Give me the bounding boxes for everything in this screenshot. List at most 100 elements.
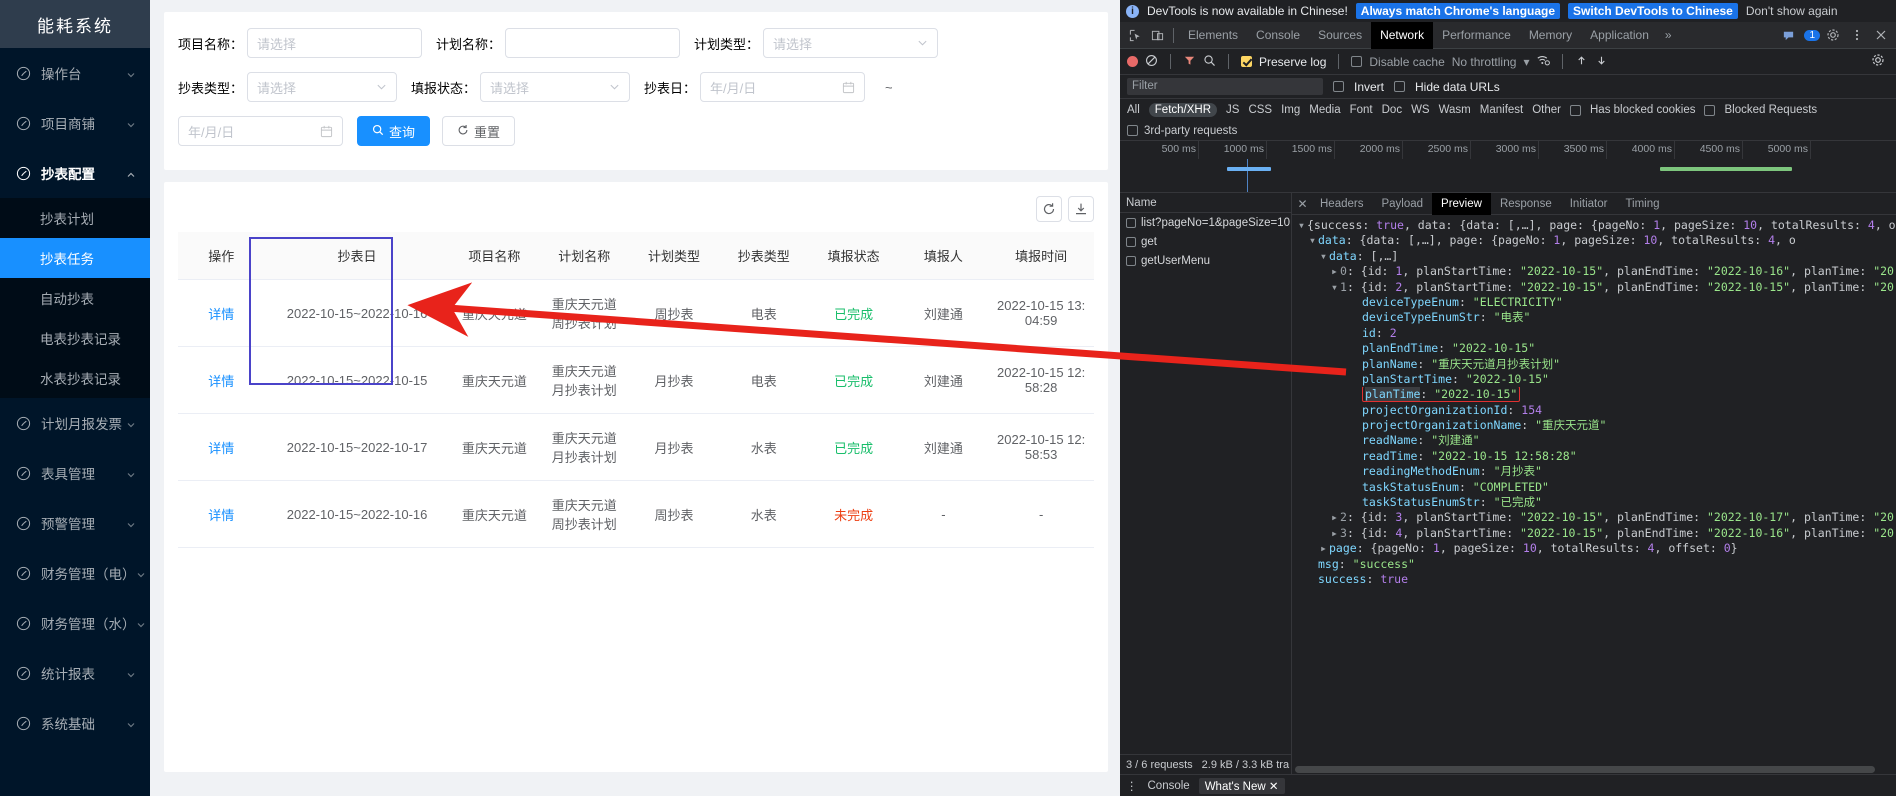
preserve-log-checkbox[interactable] [1241, 56, 1252, 67]
col-plan-type[interactable]: 计划类型 [629, 232, 719, 280]
json-tree-line[interactable]: 0: {id: 1, planStartTime: "2022-10-15", … [1294, 264, 1896, 279]
json-tree-line[interactable]: data: {data: [,…], page: {pageNo: 1, pag… [1294, 233, 1896, 248]
tab-initiator[interactable]: Initiator [1561, 193, 1617, 215]
issues-icon[interactable] [1777, 24, 1799, 46]
json-tree-line[interactable]: deviceTypeEnum: "ELECTRICITY" [1294, 295, 1896, 310]
col-reporter[interactable]: 填报人 [898, 232, 989, 280]
chevron-right-icon[interactable] [1331, 510, 1340, 525]
filter-input[interactable]: Filter [1127, 78, 1323, 95]
col-report-time[interactable]: 填报时间 [988, 232, 1094, 280]
tab-memory[interactable]: Memory [1520, 22, 1581, 49]
project-name-input[interactable]: 请选择 [247, 28, 423, 58]
upload-icon[interactable] [1575, 54, 1588, 70]
tab-sources[interactable]: Sources [1309, 22, 1371, 49]
tab-application[interactable]: Application [1581, 22, 1658, 49]
sidebar-item-finance-electric[interactable]: 财务管理（电） [0, 548, 150, 598]
sidebar-subitem-water-record[interactable]: 水表抄表记录 [0, 358, 150, 398]
col-read-date[interactable]: 抄表日 [264, 232, 450, 280]
json-preview-tree[interactable]: {success: true, data: {data: [,…], page:… [1292, 215, 1896, 765]
tab-response[interactable]: Response [1491, 193, 1561, 215]
json-tree-line[interactable]: data: [,…] [1294, 249, 1896, 264]
chevron-right-icon[interactable] [1320, 541, 1329, 556]
type-filter-ws[interactable]: WS [1411, 104, 1430, 116]
json-tree-line[interactable]: planTime: "2022-10-15" [1294, 387, 1896, 403]
json-tree-line[interactable]: readTime: "2022-10-15 12:58:28" [1294, 449, 1896, 464]
query-button[interactable]: 查询 [357, 116, 431, 146]
record-icon[interactable] [1127, 56, 1138, 67]
json-tree-line[interactable]: 3: {id: 4, planStartTime: "2022-10-15", … [1294, 526, 1896, 541]
col-project-name[interactable]: 项目名称 [449, 232, 540, 280]
tab-console[interactable]: Console [1247, 22, 1309, 49]
json-tree-line[interactable]: planStartTime: "2022-10-15" [1294, 372, 1896, 387]
type-filter-media[interactable]: Media [1309, 104, 1340, 116]
row-detail-link[interactable]: 详情 [208, 441, 234, 456]
tab-performance[interactable]: Performance [1433, 22, 1520, 49]
type-filter-manifest[interactable]: Manifest [1480, 104, 1523, 116]
json-tree-line[interactable]: msg: "success" [1294, 557, 1896, 572]
type-filter-font[interactable]: Font [1350, 104, 1373, 116]
json-tree-line[interactable]: 1: {id: 2, planStartTime: "2022-10-15", … [1294, 280, 1896, 295]
json-tree-line[interactable]: planEndTime: "2022-10-15" [1294, 341, 1896, 356]
sidebar-item-alarm-management[interactable]: 预警管理 [0, 498, 150, 548]
horizontal-scrollbar[interactable] [1292, 765, 1896, 774]
switch-to-chinese-button[interactable]: Switch DevTools to Chinese [1568, 3, 1738, 19]
json-tree-line[interactable]: readingMethodEnum: "月抄表" [1294, 464, 1896, 479]
hide-data-urls-checkbox[interactable] [1394, 81, 1406, 92]
sidebar-subitem-electric-record[interactable]: 电表抄表记录 [0, 318, 150, 358]
json-tree-line[interactable]: success: true [1294, 572, 1896, 587]
json-tree-line[interactable]: deviceTypeEnumStr: "电表" [1294, 310, 1896, 325]
request-list-item[interactable]: get [1120, 232, 1291, 251]
json-tree-line[interactable]: 2: {id: 3, planStartTime: "2022-10-15", … [1294, 510, 1896, 525]
sidebar-item-project-shop[interactable]: 项目商铺 [0, 98, 150, 148]
invert-checkbox[interactable] [1333, 81, 1344, 92]
sidebar-item-meter-config[interactable]: 抄表配置 [0, 148, 150, 198]
inspect-element-icon[interactable] [1124, 24, 1146, 46]
always-match-language-button[interactable]: Always match Chrome's language [1355, 3, 1561, 19]
sidebar-item-operation-console[interactable]: 操作台 [0, 48, 150, 98]
col-action[interactable]: 操作 [178, 232, 265, 280]
drawer-tab-console[interactable]: Console [1148, 780, 1190, 792]
chevron-down-icon[interactable] [1331, 280, 1340, 295]
meter-type-select[interactable]: 请选择 [247, 72, 398, 102]
sidebar-item-statistics-report[interactable]: 统计报表 [0, 648, 150, 698]
sidebar-item-meter-management[interactable]: 表具管理 [0, 448, 150, 498]
more-vertical-icon[interactable] [1846, 24, 1868, 46]
json-tree-line[interactable]: taskStatusEnum: "COMPLETED" [1294, 480, 1896, 495]
tab-payload[interactable]: Payload [1372, 193, 1432, 215]
tab-elements[interactable]: Elements [1179, 22, 1247, 49]
json-tree-line[interactable]: taskStatusEnumStr: "已完成" [1294, 495, 1896, 510]
json-tree-line[interactable]: page: {pageNo: 1, pageSize: 10, totalRes… [1294, 541, 1896, 556]
sidebar-item-system-base[interactable]: 系统基础 [0, 698, 150, 748]
reset-button[interactable]: 重置 [442, 116, 516, 146]
chevron-down-icon[interactable]: ▾ [1523, 55, 1529, 69]
tab-timing[interactable]: Timing [1616, 193, 1668, 215]
type-filter-img[interactable]: Img [1281, 104, 1300, 116]
has-blocked-cookies-checkbox[interactable] [1570, 104, 1581, 116]
json-tree-line[interactable]: {success: true, data: {data: [,…], page:… [1294, 218, 1896, 233]
download-icon[interactable] [1595, 54, 1608, 70]
disable-cache-checkbox[interactable] [1351, 56, 1363, 67]
sidebar-item-plan-monthly-invoice[interactable]: 计划月报发票 [0, 398, 150, 448]
json-tree-line[interactable]: projectOrganizationName: "重庆天元道" [1294, 418, 1896, 433]
col-meter-type[interactable]: 抄表类型 [718, 232, 809, 280]
type-filter-all[interactable]: All [1127, 104, 1140, 116]
sidebar-subitem-meter-plan[interactable]: 抄表计划 [0, 198, 150, 238]
more-vertical-icon[interactable]: ⋮ [1126, 779, 1139, 793]
chevron-down-icon[interactable] [1298, 218, 1307, 233]
gear-icon[interactable] [1822, 24, 1844, 46]
close-icon[interactable]: ✕ [1294, 197, 1311, 211]
close-icon[interactable] [1870, 24, 1892, 46]
device-toolbar-icon[interactable] [1146, 24, 1168, 46]
chevron-down-icon[interactable] [1320, 249, 1329, 264]
tab-network[interactable]: Network [1371, 21, 1434, 49]
sidebar-subitem-auto-read[interactable]: 自动抄表 [0, 278, 150, 318]
type-filter-wasm[interactable]: Wasm [1439, 104, 1471, 116]
tab-preview[interactable]: Preview [1432, 193, 1491, 215]
throttling-select[interactable]: No throttling [1452, 55, 1517, 69]
tab-headers[interactable]: Headers [1311, 193, 1372, 215]
json-tree-line[interactable]: readName: "刘建通" [1294, 433, 1896, 448]
blocked-requests-checkbox[interactable] [1704, 104, 1716, 116]
type-filter-js[interactable]: JS [1226, 104, 1239, 116]
type-filter-css[interactable]: CSS [1248, 104, 1272, 116]
json-tree-line[interactable]: id: 2 [1294, 326, 1896, 341]
